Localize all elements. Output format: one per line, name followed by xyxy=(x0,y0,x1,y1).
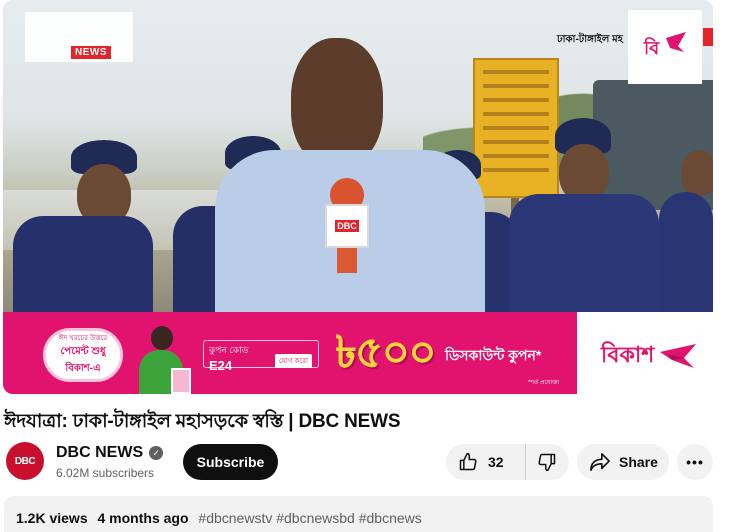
more-dots-icon: ••• xyxy=(686,454,704,470)
view-count: 1.2K views xyxy=(16,510,88,526)
like-count: 32 xyxy=(488,454,504,470)
ad-banner[interactable]: ঈদ খরচের উত্তরে পেমেন্ট শুধু বিকাশ-এ কুপ… xyxy=(3,312,713,394)
location-ticker: ঢাকা-টাঙ্গাইল মহ xyxy=(557,34,623,45)
video-frame: DBC NEWS ঢাকা-টাঙ্গাইল মহ বি xyxy=(3,0,713,312)
video-title: ঈদযাত্রা: ঢাকা-টাঙ্গাইল মহাসড়কে স্বস্তি… xyxy=(4,411,401,432)
like-button[interactable]: 32 xyxy=(446,444,526,480)
bkash-bird-icon: বি xyxy=(643,32,686,59)
share-button[interactable]: Share xyxy=(577,444,669,480)
officer-far-right xyxy=(653,146,713,312)
thumbs-down-icon xyxy=(537,452,557,472)
mic-logo: DBC xyxy=(335,220,359,232)
channel-name-text[interactable]: DBC NEWS xyxy=(56,444,143,462)
coupon-apply-button: যোগ করো xyxy=(274,354,312,368)
channel-name[interactable]: DBC NEWS ✓ xyxy=(56,444,164,462)
video-player[interactable]: DBC NEWS ঢাকা-টাঙ্গাইল মহ বি ঈদ খরচের উত… xyxy=(3,0,713,394)
hashtags[interactable]: #dbcnewstv #dbcnewsbd #dbcnews xyxy=(198,510,421,526)
like-dislike-group: 32 xyxy=(446,444,569,480)
share-label: Share xyxy=(619,454,658,470)
description-box[interactable]: 1.2K views 4 months ago #dbcnewstv #dbcn… xyxy=(4,496,713,532)
subscriber-count: 6.02M subscribers xyxy=(56,466,155,480)
check-circle-icon: ✓ xyxy=(149,446,164,460)
promo-main-text: পেমেন্ট শুধু বিকাশ-এ xyxy=(60,346,106,374)
bkash-corner-logo: বি xyxy=(628,10,702,84)
thumbs-up-icon xyxy=(458,452,478,472)
officer-left xyxy=(13,140,153,312)
ad-banner-pink: ঈদ খরচের উত্তরে পেমেন্ট শুধু বিকাশ-এ কুপ… xyxy=(3,312,577,394)
bkash-bird-icon xyxy=(660,343,697,368)
corner-logo-text: বি xyxy=(643,37,660,59)
officer-right xyxy=(509,118,659,312)
more-actions-button[interactable]: ••• xyxy=(677,444,713,480)
ad-model-image xyxy=(131,324,191,394)
bkash-brand-text: বিকাশ xyxy=(601,343,655,368)
subscribe-button[interactable]: Subscribe xyxy=(183,444,278,480)
share-arrow-icon xyxy=(589,452,611,472)
promo-small-text: ঈদ খরচের উত্তরে xyxy=(58,335,108,342)
coupon-amount: ৳৫০০ xyxy=(335,327,437,378)
channel-avatar[interactable]: DBC xyxy=(6,442,44,480)
dislike-button[interactable] xyxy=(526,444,568,480)
terms-text: *শর্ত প্রযোজ্য xyxy=(528,380,560,386)
news-tag: NEWS xyxy=(71,46,111,59)
upload-age: 4 months ago xyxy=(97,510,189,526)
discount-text: ডিসকাউন্ট কুপন* xyxy=(445,347,542,363)
bkash-brand-logo: বিকাশ xyxy=(601,338,698,375)
promo-badge: ঈদ খরচের উত্তরে পেমেন্ট শুধু বিকাশ-এ xyxy=(43,328,123,382)
coupon-box: কুপন কোড E24 যোগ করো xyxy=(203,340,319,373)
dbc-microphone: DBC xyxy=(325,178,369,273)
ticker-red-mark xyxy=(703,28,713,46)
